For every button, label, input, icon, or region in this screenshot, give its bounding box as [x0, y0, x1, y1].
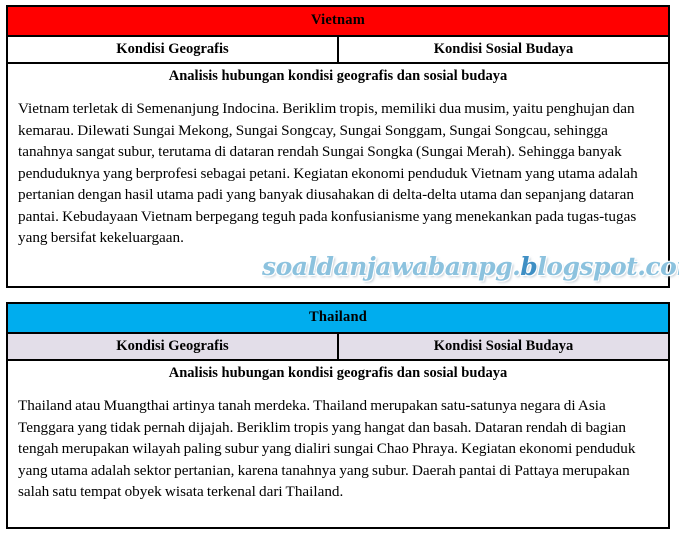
table-row-title: Vietnam [7, 6, 669, 37]
table-row-analysis-body: Thailand atau Muangthai artinya tanah me… [7, 386, 669, 529]
column-header-kondisi-geografis: Kondisi Geografis [7, 332, 339, 362]
analysis-heading-vietnam: Analisis hubungan kondisi geografis dan … [7, 63, 669, 90]
analysis-body-cell-vietnam: Vietnam terletak di Semenanjung Indocina… [7, 89, 669, 288]
table-row-title: Thailand [7, 303, 669, 334]
table-row-column-headers: Kondisi Geografis Kondisi Sosial Budaya [7, 332, 669, 362]
analysis-body-cell-thailand: Thailand atau Muangthai artinya tanah me… [7, 386, 669, 529]
table-row-analysis-heading: Analisis hubungan kondisi geografis dan … [7, 63, 669, 90]
column-header-kondisi-sosial-budaya: Kondisi Sosial Budaya [338, 332, 669, 362]
country-title-thailand: Thailand [7, 303, 669, 334]
document-page: Vietnam Kondisi Geografis Kondisi Sosial… [0, 0, 679, 534]
table-row-column-headers: Kondisi Geografis Kondisi Sosial Budaya [7, 35, 669, 65]
column-header-kondisi-geografis: Kondisi Geografis [7, 35, 339, 65]
table-row-analysis-body: Vietnam terletak di Semenanjung Indocina… [7, 89, 669, 288]
analysis-heading-thailand: Analisis hubungan kondisi geografis dan … [7, 360, 669, 387]
country-table-vietnam: Vietnam Kondisi Geografis Kondisi Sosial… [6, 5, 670, 289]
column-header-kondisi-sosial-budaya: Kondisi Sosial Budaya [338, 35, 669, 65]
country-table-thailand: Thailand Kondisi Geografis Kondisi Sosia… [6, 302, 670, 530]
analysis-body-text-thailand: Thailand atau Muangthai artinya tanah me… [18, 397, 636, 501]
analysis-body-text-vietnam: Vietnam terletak di Semenanjung Indocina… [18, 100, 638, 247]
table-row-analysis-heading: Analisis hubungan kondisi geografis dan … [7, 360, 669, 387]
country-title-vietnam: Vietnam [7, 6, 669, 37]
